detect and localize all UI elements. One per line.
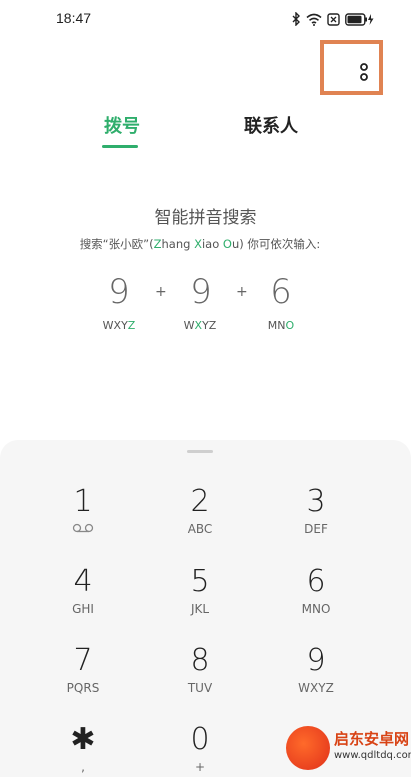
key-digit: 1 — [73, 484, 93, 519]
key-letters: ABC — [187, 522, 213, 536]
letters-hl: Z — [127, 319, 136, 332]
letters-hl: O — [285, 319, 295, 332]
example-digit-2: 9 — [190, 272, 212, 312]
desc-prefix: 搜索“张小欧”( — [79, 237, 154, 251]
tab-bar: 拨号 联系人 — [0, 112, 411, 152]
example-digit-3: 6 — [270, 272, 292, 312]
watermark-url: www.qdltdq.com — [334, 750, 411, 761]
example-letters-1: WXYZ — [89, 319, 149, 332]
desc-iao: iao — [201, 237, 223, 251]
key-digit: 5 — [190, 564, 210, 599]
letters-pre: W — [183, 319, 195, 332]
key-letters: + — [194, 760, 206, 774]
wifi-icon — [306, 13, 322, 26]
key-2[interactable]: 2 ABC — [150, 484, 250, 550]
key-4[interactable]: 4 GHI — [33, 564, 133, 630]
watermark-logo: 启东安卓网 www.qdltdq.com — [286, 722, 411, 777]
pinyin-search-description: 搜索“张小欧”(Zhang Xiao Ou) 你可依次输入: — [0, 236, 400, 252]
letters-pre: MN — [267, 319, 286, 332]
key-digit: 2 — [190, 484, 210, 519]
tab-contacts[interactable]: 联系人 — [244, 112, 298, 138]
example-plus-2: + — [236, 284, 248, 300]
key-digit: 8 — [190, 643, 210, 678]
key-0[interactable]: 0 + — [150, 722, 250, 777]
watermark-badge-icon — [286, 726, 330, 770]
key-1[interactable]: 1 — [33, 484, 133, 550]
voicemail-icon — [33, 522, 133, 536]
key-digit: 4 — [73, 564, 93, 599]
example-digit-1: 9 — [108, 272, 130, 312]
key-letters: JKL — [190, 602, 210, 616]
letters-hl: X — [194, 319, 203, 332]
battery-charging-icon — [345, 12, 375, 26]
key-letters: MNO — [301, 602, 331, 616]
key-9[interactable]: 9 WXYZ — [266, 643, 366, 709]
tab-dial[interactable]: 拨号 — [104, 112, 140, 138]
more-button-highlight — [320, 40, 383, 95]
desc-hl-o: O — [222, 237, 232, 251]
key-5[interactable]: 5 JKL — [150, 564, 250, 630]
active-tab-indicator — [102, 145, 138, 148]
pinyin-example: 9 + 9 + 6 WXYZ WXYZ MNO — [0, 272, 411, 342]
key-letters: GHI — [72, 602, 94, 616]
key-letters: WXYZ — [298, 681, 334, 695]
key-digit: 9 — [306, 643, 326, 678]
desc-hang: hang — [161, 237, 195, 251]
key-digit: 7 — [73, 643, 93, 678]
example-plus-1: + — [155, 284, 167, 300]
example-letters-3: MNO — [251, 319, 311, 332]
key-6[interactable]: 6 MNO — [266, 564, 366, 630]
desc-hl-x: X — [194, 237, 202, 251]
key-7[interactable]: 7 PQRS — [33, 643, 133, 709]
key-digit: 3 — [306, 484, 326, 519]
example-letters-2: WXYZ — [170, 319, 230, 332]
key-8[interactable]: 8 TUV — [150, 643, 250, 709]
key-letters: , — [81, 760, 85, 774]
key-3[interactable]: 3 DEF — [266, 484, 366, 550]
pinyin-search-title: 智能拼音搜索 — [154, 208, 257, 228]
more-vertical-icon[interactable] — [356, 61, 372, 83]
bluetooth-icon — [292, 12, 301, 26]
watermark-title: 启东安卓网 — [334, 730, 410, 748]
no-sim-icon — [327, 12, 340, 26]
status-icons — [292, 11, 375, 27]
key-digit: 0 — [190, 722, 210, 757]
key-star[interactable]: ✱ , — [33, 722, 133, 777]
desc-suffix: ) 你可依次输入: — [239, 237, 321, 251]
letters-post: YZ — [202, 319, 217, 332]
status-bar: 18:47 — [0, 0, 411, 38]
key-letters: DEF — [304, 522, 328, 536]
key-digit: ✱ — [70, 722, 96, 757]
keypad-drag-handle[interactable] — [187, 450, 213, 453]
key-letters: TUV — [187, 681, 213, 695]
key-letters: PQRS — [66, 681, 100, 695]
status-time: 18:47 — [56, 10, 92, 26]
letters-pre: WXY — [102, 319, 128, 332]
key-digit: 6 — [306, 564, 326, 599]
